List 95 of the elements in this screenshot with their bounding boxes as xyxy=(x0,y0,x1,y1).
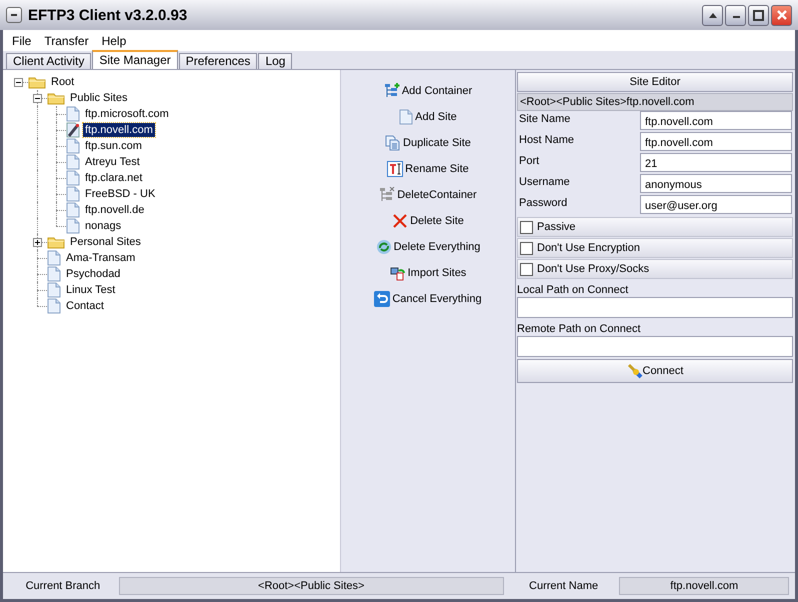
expander-icon[interactable] xyxy=(33,238,42,247)
field-label: Local Path on Connect xyxy=(517,283,630,297)
tree-item[interactable]: Personal Sites xyxy=(68,235,143,249)
expander-icon[interactable] xyxy=(14,78,23,87)
tab[interactable]: Log xyxy=(258,53,292,69)
tree-item[interactable]: nonags xyxy=(83,219,124,233)
document-icon xyxy=(47,298,61,314)
status-field: ftp.novell.com xyxy=(619,577,790,595)
input-field[interactable] xyxy=(517,297,793,318)
tree-item[interactable]: Linux Test xyxy=(64,283,118,297)
input-field[interactable]: anonymous xyxy=(640,174,792,193)
field-label: Password xyxy=(518,196,568,211)
minimize-button[interactable] xyxy=(725,4,746,26)
document-icon xyxy=(66,138,80,154)
status-field: <Root><Public Sites> xyxy=(118,577,504,595)
document-icon xyxy=(399,109,414,125)
input-field[interactable]: 21 xyxy=(640,153,792,172)
document-icon xyxy=(66,170,80,186)
action-button[interactable]: Add Container xyxy=(384,78,472,104)
tab[interactable]: Preferences xyxy=(178,53,258,69)
panel-header: Site Editor xyxy=(517,72,793,92)
menu-item[interactable]: Help xyxy=(102,34,126,48)
import-icon xyxy=(390,265,406,281)
window-title: EFTP3 Client v3.2.0.93 xyxy=(28,6,188,24)
document-icon xyxy=(47,282,61,298)
checkbox[interactable] xyxy=(520,242,533,254)
field-label: Port xyxy=(518,154,540,169)
close-button[interactable] xyxy=(771,4,792,26)
document-icon xyxy=(66,202,80,218)
action-button[interactable]: Delete Everything xyxy=(376,234,480,260)
action-button[interactable]: Add Site xyxy=(399,104,457,130)
tree-item[interactable]: Public Sites xyxy=(68,91,130,105)
action-button[interactable]: DeleteContainer xyxy=(379,182,477,208)
field-label: Remote Path on Connect xyxy=(517,322,642,336)
path-field: <Root><Public Sites>ftp.novell.com xyxy=(517,93,793,111)
tree-delete-icon xyxy=(379,187,396,203)
triangle-up-icon xyxy=(708,11,718,19)
tree-item[interactable]: ftp.microsoft.com xyxy=(83,107,171,121)
text-cursor-icon xyxy=(387,161,404,177)
tree-item[interactable]: Contact xyxy=(64,299,106,313)
pencil-icon xyxy=(66,122,80,138)
undo-icon xyxy=(374,291,390,307)
tree-item[interactable]: FreeBSD - UK xyxy=(83,187,158,201)
recycle-icon xyxy=(376,239,392,255)
action-button[interactable]: Duplicate Site xyxy=(385,130,471,156)
tab[interactable]: Site Manager xyxy=(92,50,178,69)
tree-item[interactable]: Ama-Transam xyxy=(64,251,138,265)
field-label: Host Name xyxy=(518,133,576,148)
checkbox[interactable] xyxy=(520,262,533,276)
menu-item[interactable]: File xyxy=(12,34,32,48)
folder-icon xyxy=(47,235,65,249)
status-label: Current Name xyxy=(528,580,600,592)
field-label: Site Name xyxy=(518,112,572,127)
tab[interactable]: Client Activity xyxy=(6,53,92,69)
tree-item[interactable]: ftp.novell.de xyxy=(83,203,146,217)
checkbox-row[interactable]: Don't Use Encryption xyxy=(517,238,793,258)
menu-item[interactable]: Transfer xyxy=(44,34,89,48)
expander-icon[interactable] xyxy=(33,94,42,103)
checkbox[interactable] xyxy=(520,220,533,234)
status-label: Current Branch xyxy=(24,580,102,592)
action-button[interactable]: Import Sites xyxy=(390,260,466,286)
system-menu-button[interactable] xyxy=(6,7,22,23)
tree-item[interactable]: Psychodad xyxy=(64,267,122,281)
input-field[interactable]: ftp.novell.com xyxy=(640,132,792,151)
tree-item[interactable]: ftp.novell.com xyxy=(83,123,155,137)
input-field[interactable]: user@user.org xyxy=(640,195,792,214)
copy-icon xyxy=(385,135,402,151)
action-button[interactable]: Cancel Everything xyxy=(374,286,482,312)
plug-icon xyxy=(626,363,642,379)
tree-item[interactable]: ftp.clara.net xyxy=(83,171,144,185)
tree-item[interactable]: Root xyxy=(49,75,76,89)
delete-icon xyxy=(392,213,408,229)
maximize-button[interactable] xyxy=(748,4,769,26)
tree-add-icon xyxy=(384,83,400,99)
document-icon xyxy=(66,154,80,170)
maximize-icon xyxy=(753,10,764,20)
action-button[interactable]: Rename Site xyxy=(387,156,469,182)
tree-item[interactable]: ftp.sun.com xyxy=(83,139,144,153)
close-icon xyxy=(776,9,788,21)
document-icon xyxy=(47,266,61,282)
checkbox-row[interactable]: Passive xyxy=(517,217,793,237)
input-field[interactable]: ftp.novell.com xyxy=(640,111,792,130)
folder-icon xyxy=(28,75,46,89)
document-icon xyxy=(66,106,80,122)
tree-item[interactable]: Atreyu Test xyxy=(83,155,142,169)
document-icon xyxy=(66,218,80,234)
checkbox-row[interactable]: Don't Use Proxy/Socks xyxy=(517,259,793,279)
input-field[interactable] xyxy=(517,336,793,357)
folder-icon xyxy=(47,91,65,105)
document-icon xyxy=(66,186,80,202)
action-button[interactable]: Delete Site xyxy=(392,208,464,234)
connect-button[interactable]: Connect xyxy=(517,359,793,383)
document-icon xyxy=(47,250,61,266)
roll-up-button[interactable] xyxy=(702,4,723,26)
field-label: Username xyxy=(518,175,571,190)
